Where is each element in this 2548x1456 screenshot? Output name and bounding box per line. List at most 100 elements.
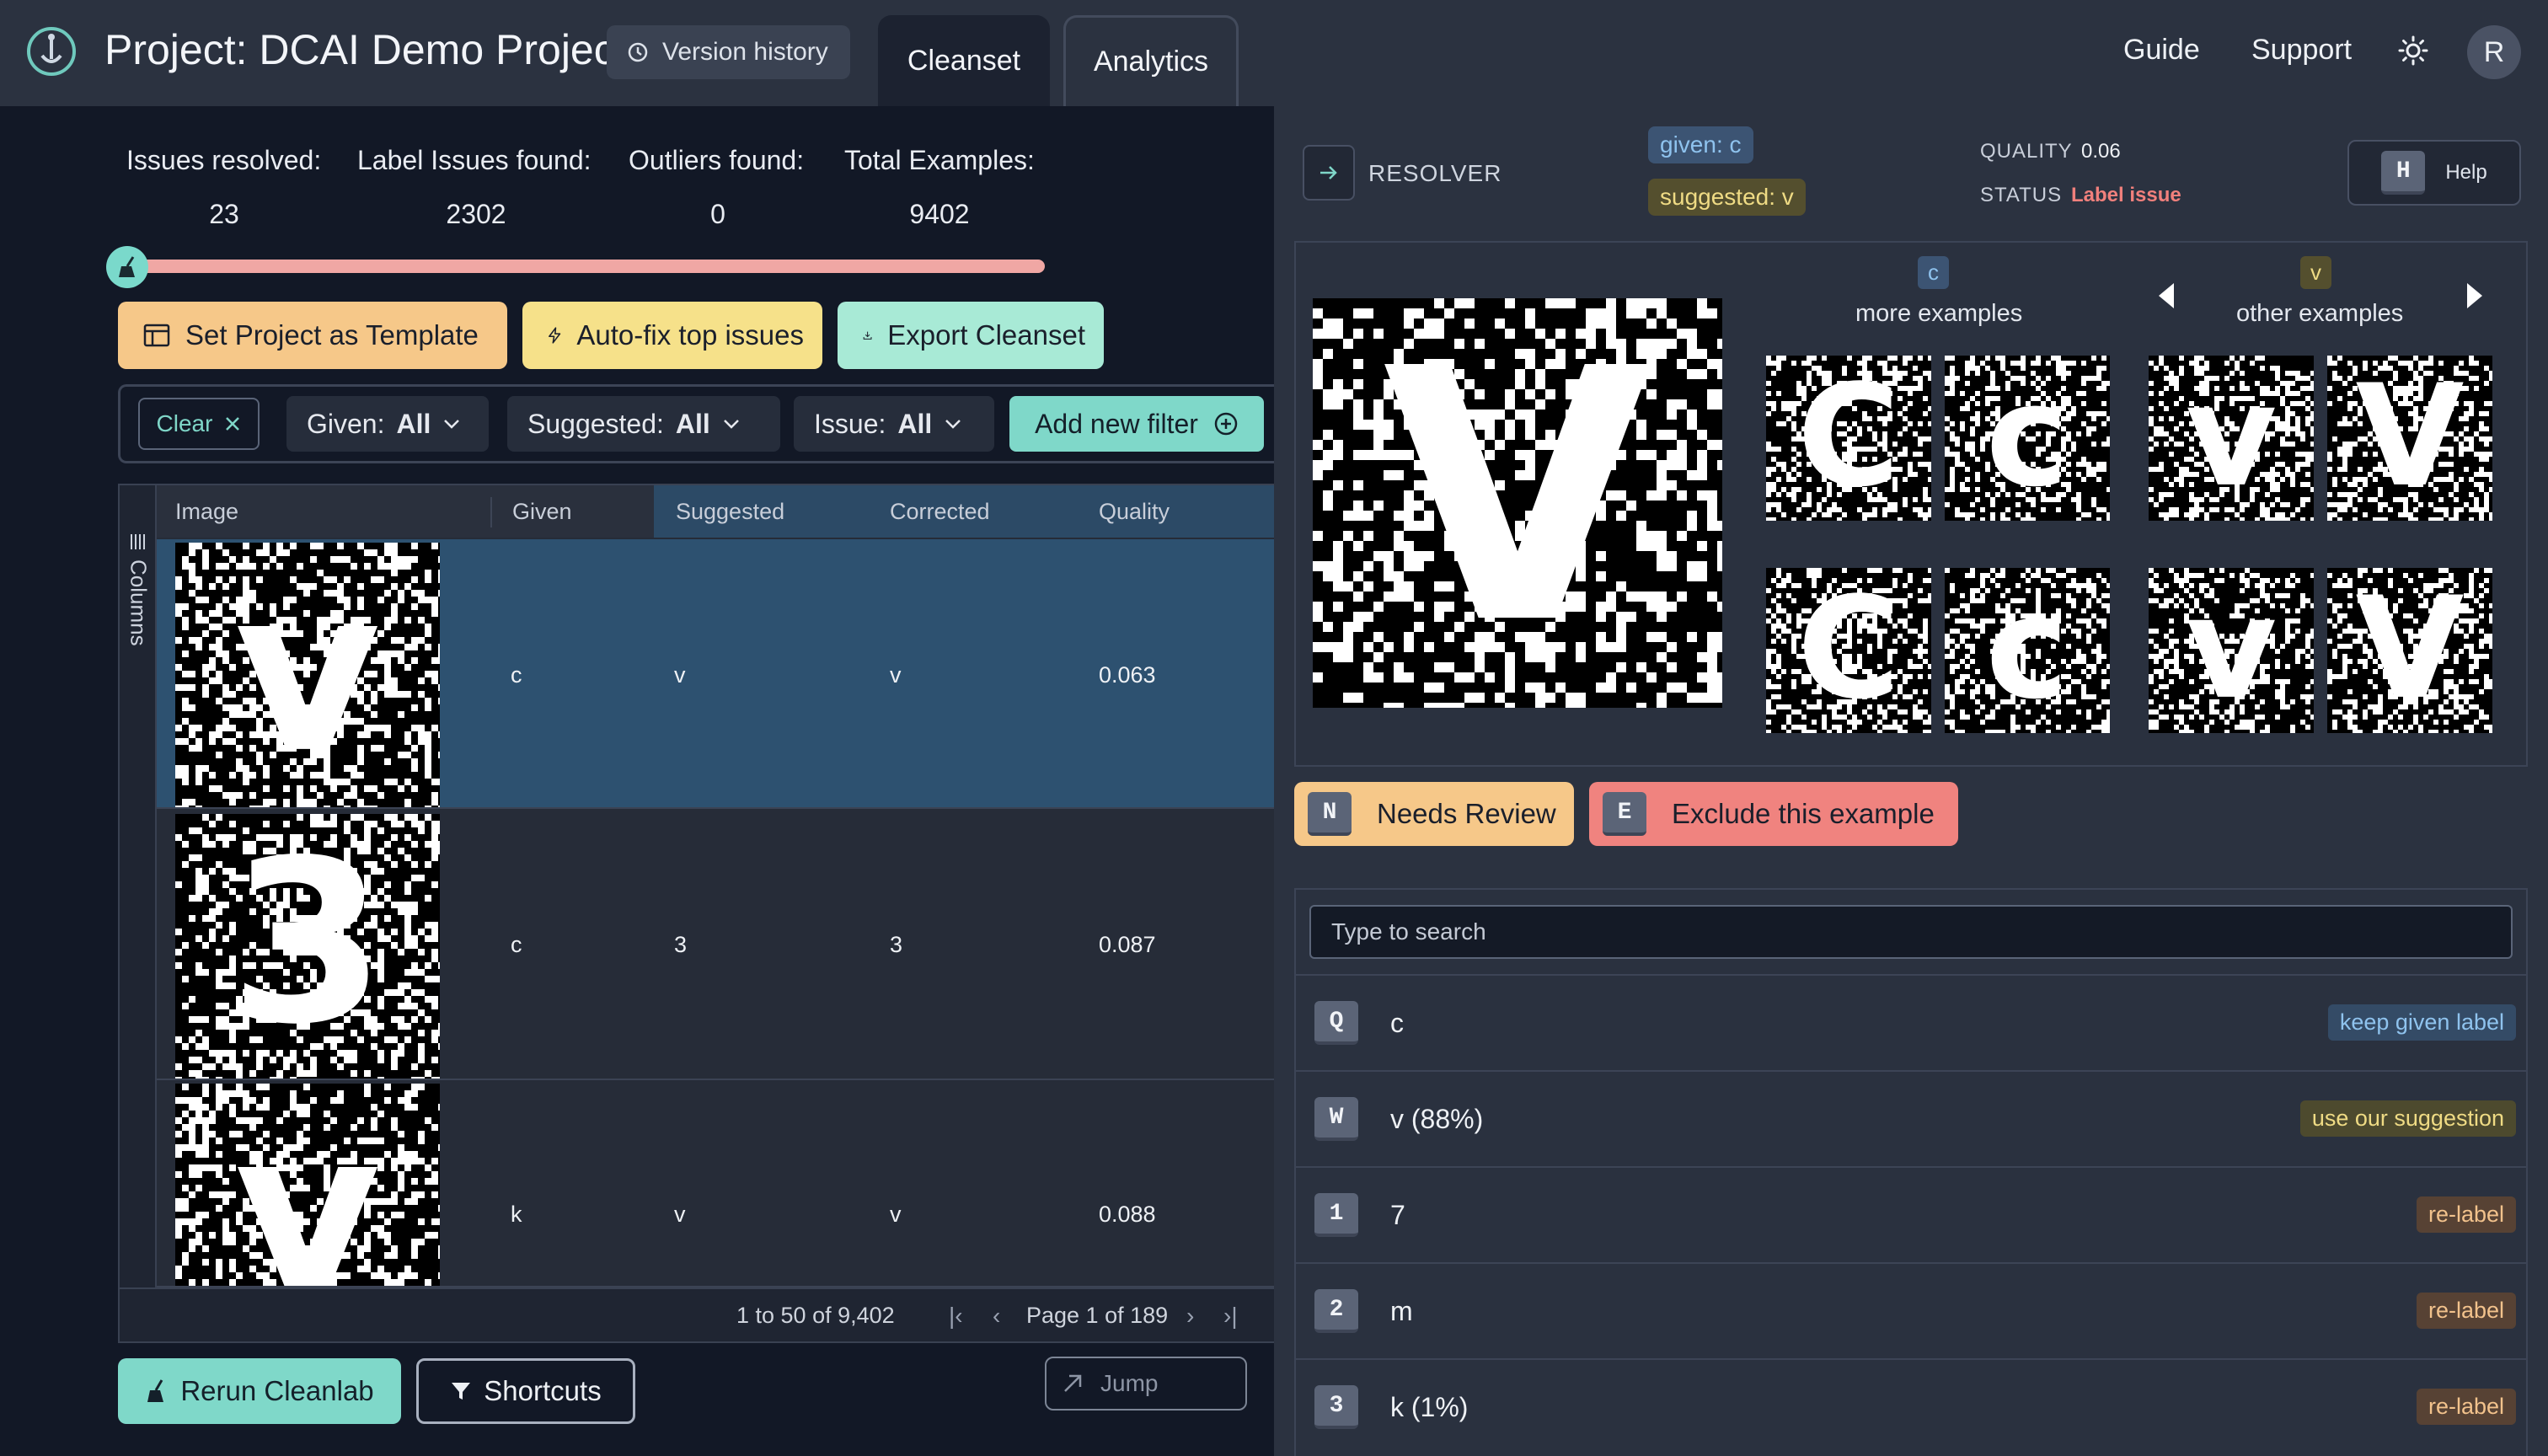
collapse-resolver-button[interactable]: [1303, 145, 1355, 201]
option-key-hint: Q: [1314, 1001, 1358, 1045]
cell-corrected: v: [890, 1202, 902, 1227]
shortcuts-label: Shortcuts: [484, 1375, 602, 1406]
cell-given: k: [511, 1202, 522, 1227]
issues-resolved-label: Issues resolved:: [126, 145, 322, 175]
auto-fix-button[interactable]: Auto-fix top issues: [522, 302, 822, 369]
handwritten-glyph: V: [1383, 298, 1655, 700]
add-filter-button[interactable]: Add new filter: [1009, 396, 1264, 452]
arrow-right-icon: [1320, 166, 1337, 179]
example-image[interactable]: v: [175, 543, 440, 807]
cleanlab-logo-icon[interactable]: [25, 25, 78, 78]
more-example-thumbnail[interactable]: c: [1945, 356, 2110, 521]
rerun-cleanlab-button[interactable]: Rerun Cleanlab: [118, 1358, 401, 1424]
option-tag: re-label: [2416, 1389, 2516, 1425]
example-image[interactable]: 3: [175, 814, 440, 1079]
user-avatar[interactable]: R: [2467, 25, 2521, 79]
chevron-down-icon: [444, 420, 460, 429]
other-example-thumbnail[interactable]: V: [2327, 568, 2492, 733]
cell-suggested: v: [674, 1202, 686, 1227]
column-header-image[interactable]: Image: [175, 499, 238, 525]
option-label: k (1%): [1390, 1392, 1469, 1422]
option-tag: use our suggestion: [2299, 1100, 2516, 1137]
outliers-label: Outliers found:: [629, 145, 805, 175]
label-issues-label: Label Issues found:: [357, 145, 592, 175]
rerun-label: Rerun Cleanlab: [180, 1375, 374, 1406]
nav-guide-link[interactable]: Guide: [2123, 34, 2200, 67]
more-example-thumbnail[interactable]: C: [1766, 568, 1931, 733]
clear-label: Clear: [156, 410, 213, 436]
broom-icon: [106, 246, 148, 288]
cell-given: c: [511, 662, 522, 688]
column-header-quality[interactable]: Quality: [1099, 499, 1170, 525]
help-button[interactable]: H Help: [2347, 140, 2521, 206]
total-examples-value: 9402: [909, 199, 970, 229]
handwritten-glyph: V: [2356, 356, 2465, 518]
option-label: v (88%): [1390, 1104, 1484, 1134]
caret-right-icon[interactable]: [2465, 281, 2484, 310]
issue-filter-dropdown[interactable]: Issue: All: [794, 396, 994, 452]
tab-cleanset[interactable]: Cleanset: [878, 15, 1050, 106]
label-option-row[interactable]: [1296, 1358, 2526, 1454]
example-image[interactable]: v: [175, 1084, 440, 1286]
option-label: c: [1390, 1008, 1404, 1038]
chevron-down-icon: [945, 420, 961, 429]
selected-example-image: V: [1313, 298, 1722, 708]
pagination-range: 1 to 50 of 9,402: [736, 1303, 895, 1328]
given-filter-dropdown[interactable]: Given: All: [286, 396, 489, 452]
close-icon: [226, 417, 240, 431]
nav-support-link[interactable]: Support: [2251, 34, 2352, 67]
exclude-example-button[interactable]: E Exclude this example: [1589, 782, 1958, 846]
other-example-thumbnail[interactable]: v: [2149, 568, 2314, 733]
status-label: STATUS: [1980, 184, 2063, 206]
version-history-label: Version history: [662, 38, 828, 66]
next-page-icon[interactable]: ›: [1186, 1303, 1194, 1330]
chevron-down-icon: [723, 420, 739, 429]
set-template-button[interactable]: Set Project as Template: [118, 302, 507, 369]
needs-review-label: Needs Review: [1377, 798, 1556, 829]
jump-placeholder: Jump: [1100, 1370, 1159, 1396]
caret-left-icon[interactable]: [2157, 281, 2176, 310]
template-icon: [143, 324, 170, 347]
more-example-thumbnail[interactable]: C: [1766, 356, 1931, 521]
quality-label: QUALITY: [1980, 140, 2073, 163]
handwritten-glyph: 3: [229, 814, 386, 1073]
prev-page-icon[interactable]: ‹: [993, 1303, 1000, 1330]
label-search-input[interactable]: Type to search: [1309, 905, 2513, 959]
cell-quality: 0.088: [1099, 1202, 1156, 1227]
label-issues-value: 2302: [446, 199, 506, 229]
issue-filter-value: All: [897, 408, 933, 439]
label-option-row[interactable]: [1296, 1166, 2526, 1262]
handwritten-glyph: C: [1797, 568, 1900, 731]
filter-icon: [452, 1383, 471, 1400]
label-option-row[interactable]: [1296, 1262, 2526, 1358]
version-history-button[interactable]: Version history: [607, 25, 850, 79]
column-header-suggested[interactable]: Suggested: [676, 499, 784, 525]
shortcuts-button[interactable]: Shortcuts: [416, 1358, 635, 1424]
column-header-corrected[interactable]: Corrected: [890, 499, 990, 525]
column-header-given[interactable]: Given: [512, 499, 572, 525]
export-cleanset-button[interactable]: Export Cleanset: [838, 302, 1104, 369]
tab-analytics[interactable]: Analytics: [1063, 15, 1239, 106]
auto-fix-label: Auto-fix top issues: [576, 319, 804, 351]
resolver-title: RESOLVER: [1368, 160, 1502, 186]
option-tag: keep given label: [2327, 1004, 2516, 1041]
handwritten-glyph: C: [1797, 356, 1900, 518]
more-example-thumbnail[interactable]: c: [1945, 568, 2110, 733]
handwritten-glyph: v: [234, 1084, 381, 1286]
handwritten-glyph: v: [234, 543, 381, 802]
columns-toggle-label[interactable]: Columns: [125, 533, 152, 659]
suggested-filter-label: Suggested:: [527, 408, 664, 439]
total-examples-label: Total Examples:: [844, 145, 1035, 175]
other-example-thumbnail[interactable]: V: [2327, 356, 2492, 521]
suggested-filter-dropdown[interactable]: Suggested: All: [507, 396, 780, 452]
needs-review-button[interactable]: N Needs Review: [1294, 782, 1574, 846]
sun-icon[interactable]: [2398, 35, 2428, 66]
needs-review-key-hint: N: [1308, 792, 1352, 836]
cell-given: c: [511, 932, 522, 957]
first-page-icon[interactable]: |‹: [949, 1303, 963, 1330]
cell-corrected: v: [890, 662, 902, 688]
other-example-thumbnail[interactable]: v: [2149, 356, 2314, 521]
jump-input[interactable]: Jump: [1045, 1357, 1247, 1410]
last-page-icon[interactable]: ›|: [1223, 1303, 1238, 1330]
clear-filters-button[interactable]: Clear: [138, 398, 260, 450]
